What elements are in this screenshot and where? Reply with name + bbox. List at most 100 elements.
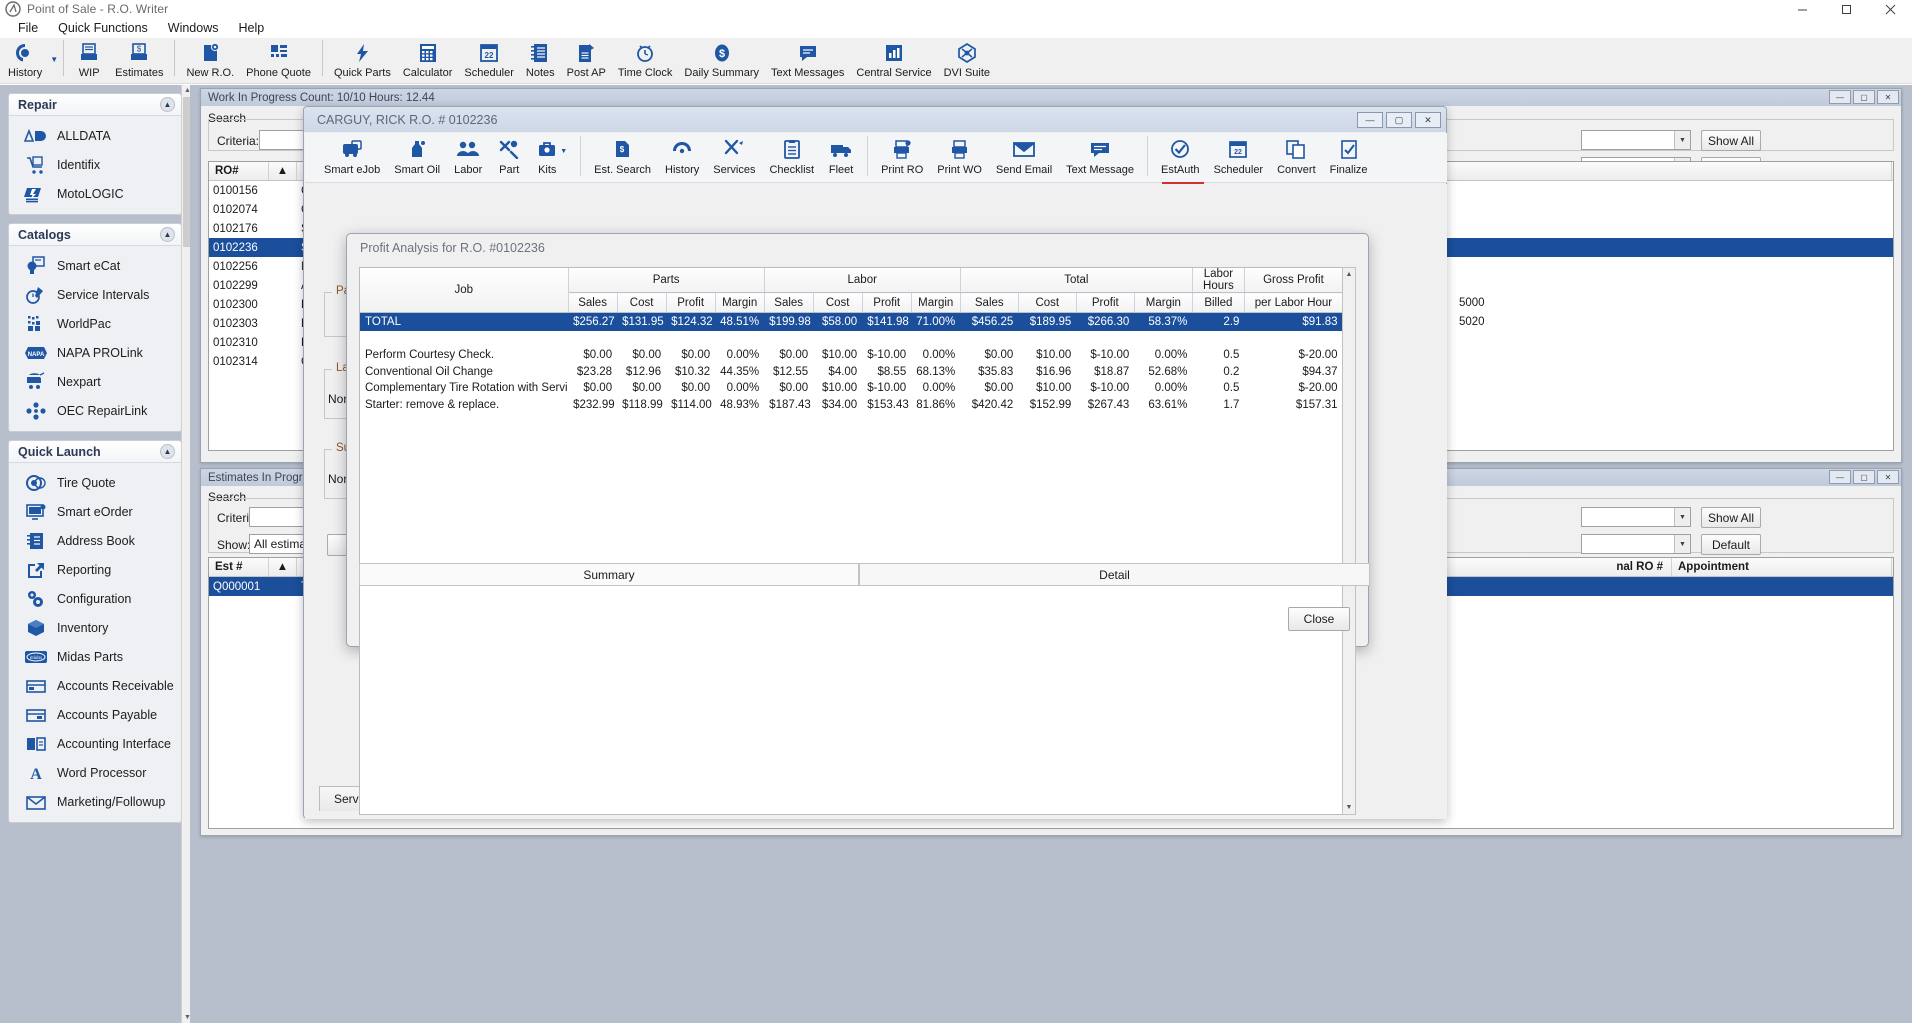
panel-header-quick-launch[interactable]: Quick Launch ▲ [9,441,181,463]
close-button[interactable] [1868,0,1912,18]
ro-button-convert[interactable]: Convert [1270,133,1323,183]
ro-button-services[interactable]: Services [706,133,762,183]
table-row[interactable]: Perform Courtesy Check. $0.00 $0.00 $0.0… [360,347,1343,364]
chevron-up-icon[interactable]: ▲ [160,227,175,242]
toolbar-button-notes[interactable]: Notes [520,38,561,84]
tab-summary[interactable]: Summary [359,563,859,586]
table-row[interactable]: Conventional Oil Change $23.28 $12.96 $1… [360,364,1343,381]
maximize-button[interactable] [1824,0,1868,18]
ro-button-print-wo[interactable]: Print WO [930,133,989,183]
wip-show-all-button[interactable]: Show All [1701,130,1761,151]
minimize-button[interactable] [1780,0,1824,18]
eip-show-all-button[interactable]: Show All [1701,507,1761,528]
wip-sort-indicator-icon[interactable]: ▲ [269,162,297,180]
col-parts-profit[interactable]: Profit [666,293,715,313]
eip-column-est[interactable]: Est # [209,558,269,576]
ro-button-checklist[interactable]: Checklist [762,133,821,183]
col-parts-cost[interactable]: Cost [617,293,666,313]
sidebar-item-address-book[interactable]: Address Book [9,526,181,555]
sidebar-item-reporting[interactable]: Reporting [9,555,181,584]
sidebar-item-motologic[interactable]: MotoLOGIC [9,179,181,208]
sidebar-item-marketing-followup[interactable]: Marketing/Followup [9,787,181,816]
scroll-down-arrow-icon[interactable]: ▼ [1343,801,1355,814]
ro-close-button[interactable]: ✕ [1415,112,1441,128]
col-labor-sales[interactable]: Sales [764,293,813,313]
eip-close-button[interactable]: ✕ [1877,470,1899,484]
eip-column-original-ro[interactable]: nal RO # [1422,558,1672,576]
scroll-up-arrow-icon[interactable]: ▲ [1343,268,1355,281]
eip-minimize-button[interactable]: — [1829,470,1851,484]
ro-button-smart-ejob[interactable]: Smart eJob [317,133,387,183]
col-total-margin[interactable]: Margin [1134,293,1192,313]
menu-file[interactable]: File [8,18,48,38]
table-row[interactable]: Complementary Tire Rotation with Service… [360,380,1343,397]
ro-button-scheduler[interactable]: 22 Scheduler [1207,133,1271,183]
toolbar-button-history[interactable]: History [2,38,48,84]
col-group-parts[interactable]: Parts [568,268,764,293]
wip-close-button[interactable]: ✕ [1877,90,1899,104]
sidebar-item-smart-eorder[interactable]: Smart eOrder [9,497,181,526]
wip-column-ro[interactable]: RO# [209,162,269,180]
toolbar-button-time-clock[interactable]: Time Clock [612,38,679,84]
eip-maximize-button[interactable]: ▢ [1853,470,1875,484]
col-labor-margin[interactable]: Margin [911,293,960,313]
ro-button-estauth[interactable]: EstAuth [1154,133,1207,183]
panel-header-repair[interactable]: Repair ▲ [9,94,181,116]
eip-sort-indicator-icon[interactable]: ▲ [269,558,297,576]
toolbar-button-central-service[interactable]: Central Service [850,38,937,84]
chevron-down-icon[interactable]: ▼ [1674,535,1690,553]
ro-button-text-message[interactable]: Text Message [1059,133,1141,183]
sidebar-item-worldpac[interactable]: WorldPac [9,309,181,338]
sidebar-item-midas-parts[interactable]: midas Midas Parts [9,642,181,671]
toolbar-button-estimates[interactable]: $ Estimates [109,38,169,84]
toolbar-button-scheduler[interactable]: 22 Scheduler [458,38,520,84]
col-total-sales[interactable]: Sales [960,293,1018,313]
toolbar-button-phone-quote[interactable]: Phone Quote [240,38,317,84]
ro-button-est-search[interactable]: $ Est. Search [587,133,658,183]
toolbar-button-quick-parts[interactable]: Quick Parts [328,38,397,84]
ro-button-part[interactable]: Part [489,133,529,183]
wip-minimize-button[interactable]: — [1829,90,1851,104]
sidebar-item-inventory[interactable]: Inventory [9,613,181,642]
profit-analysis-scrollbar[interactable]: ▲ ▼ [1342,267,1356,815]
eip-filter-combo-1[interactable]: ▼ [1581,507,1691,527]
sidebar-item-accounts-payable[interactable]: Accounts Payable [9,700,181,729]
sidebar-item-oec-repairlink[interactable]: OEC RepairLink [9,396,181,425]
col-group-job[interactable]: Job [360,268,568,313]
table-row-total[interactable]: TOTAL $256.27 $131.95 $124.32 48.51% $19… [360,313,1343,331]
history-dropdown-icon[interactable]: ▼ [50,55,58,64]
ro-button-smart-oil[interactable]: Smart Oil [387,133,447,183]
table-row[interactable]: Starter: remove & replace. $232.99 $118.… [360,397,1343,414]
eip-default-button[interactable]: Default [1701,534,1761,555]
toolbar-button-calculator[interactable]: Calculator [397,38,459,84]
toolbar-button-post-ap[interactable]: Post AP [561,38,612,84]
toolbar-button-daily-summary[interactable]: $ Daily Summary [678,38,765,84]
toolbar-button-new-ro[interactable]: New R.O. [180,38,240,84]
col-total-profit[interactable]: Profit [1076,293,1134,313]
toolbar-button-dvi-suite[interactable]: DVI Suite [938,38,996,84]
sidebar-item-napa-prolink[interactable]: NAPA NAPA PROLink [9,338,181,367]
menu-windows[interactable]: Windows [158,18,229,38]
col-parts-sales[interactable]: Sales [568,293,617,313]
ro-button-print-ro[interactable]: Print RO [874,133,930,183]
eip-filter-combo-2[interactable]: ▼ [1581,534,1691,554]
col-group-labor[interactable]: Labor [764,268,960,293]
ro-button-labor[interactable]: Labor [447,133,489,183]
ro-button-fleet[interactable]: Fleet [821,133,861,183]
col-group-gross-profit[interactable]: Gross Profit [1244,268,1342,293]
col-hours-billed[interactable]: Billed [1192,293,1244,313]
col-parts-margin[interactable]: Margin [715,293,764,313]
wip-filter-combo-1[interactable]: ▼ [1581,130,1691,150]
toolbar-button-text-messages[interactable]: Text Messages [765,38,850,84]
close-button[interactable]: Close [1288,607,1350,631]
sidebar-item-identifix[interactable]: Identifix [9,150,181,179]
ro-button-finalize[interactable]: Finalize [1323,133,1375,183]
chevron-up-icon[interactable]: ▲ [160,97,175,112]
col-labor-cost[interactable]: Cost [813,293,862,313]
sidebar-item-tire-quote[interactable]: Tire Quote [9,468,181,497]
chevron-down-icon[interactable]: ▼ [1674,508,1690,526]
sidebar-item-service-intervals[interactable]: Service Intervals [9,280,181,309]
col-labor-profit[interactable]: Profit [862,293,911,313]
sidebar-item-word-processor[interactable]: A Word Processor [9,758,181,787]
col-group-labor-hours[interactable]: Labor Hours [1192,268,1244,293]
